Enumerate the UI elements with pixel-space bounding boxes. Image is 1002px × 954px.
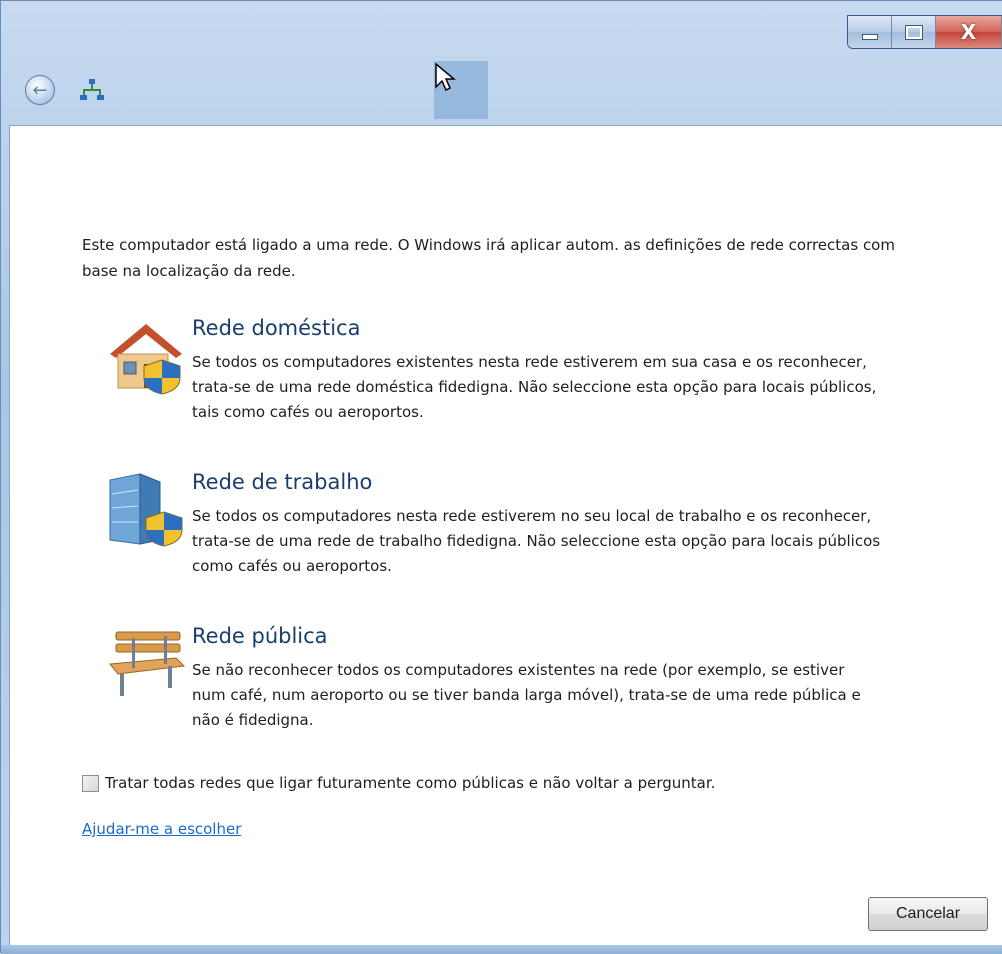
caption-buttons: X [847,15,1002,49]
option-description: Se todos os computadores nesta rede esti… [192,507,881,575]
checkbox-label: Tratar todas redes que ligar futuramente… [105,774,716,792]
cancel-button[interactable]: Cancelar [868,897,988,931]
work-network-icon [109,473,183,547]
public-networks-checkbox-row[interactable]: Tratar todas redes que ligar futuramente… [82,774,715,792]
minimize-icon [861,34,878,40]
pointer-icon [435,63,456,92]
network-location-window: X ← Este computador está ligado a uma re… [0,0,1002,954]
mouse-cursor [434,61,488,119]
option-description: Se não reconhecer todos os computadores … [192,661,861,729]
home-network-icon [110,324,182,395]
option-title: Rede de trabalho [192,470,373,494]
close-icon: X [960,20,977,44]
dialog-content: Este computador está ligado a uma rede. … [9,125,1002,945]
back-arrow-icon: ← [32,79,48,101]
maximize-icon [904,24,923,40]
minimize-button[interactable] [848,16,892,48]
option-title: Rede doméstica [192,316,361,340]
option-title: Rede pública [192,624,328,648]
public-networks-checkbox[interactable] [82,774,99,792]
option-description: Se todos os computadores existentes nest… [192,353,877,421]
maximize-button[interactable] [892,16,936,48]
close-button[interactable]: X [936,16,1002,48]
network-icon [80,79,104,100]
intro-text: Este computador está ligado a uma rede. … [82,236,895,280]
help-me-choose-link[interactable]: Ajudar-me a escolher [82,820,241,838]
back-button[interactable]: ← [25,75,55,105]
public-network-icon [109,631,186,696]
